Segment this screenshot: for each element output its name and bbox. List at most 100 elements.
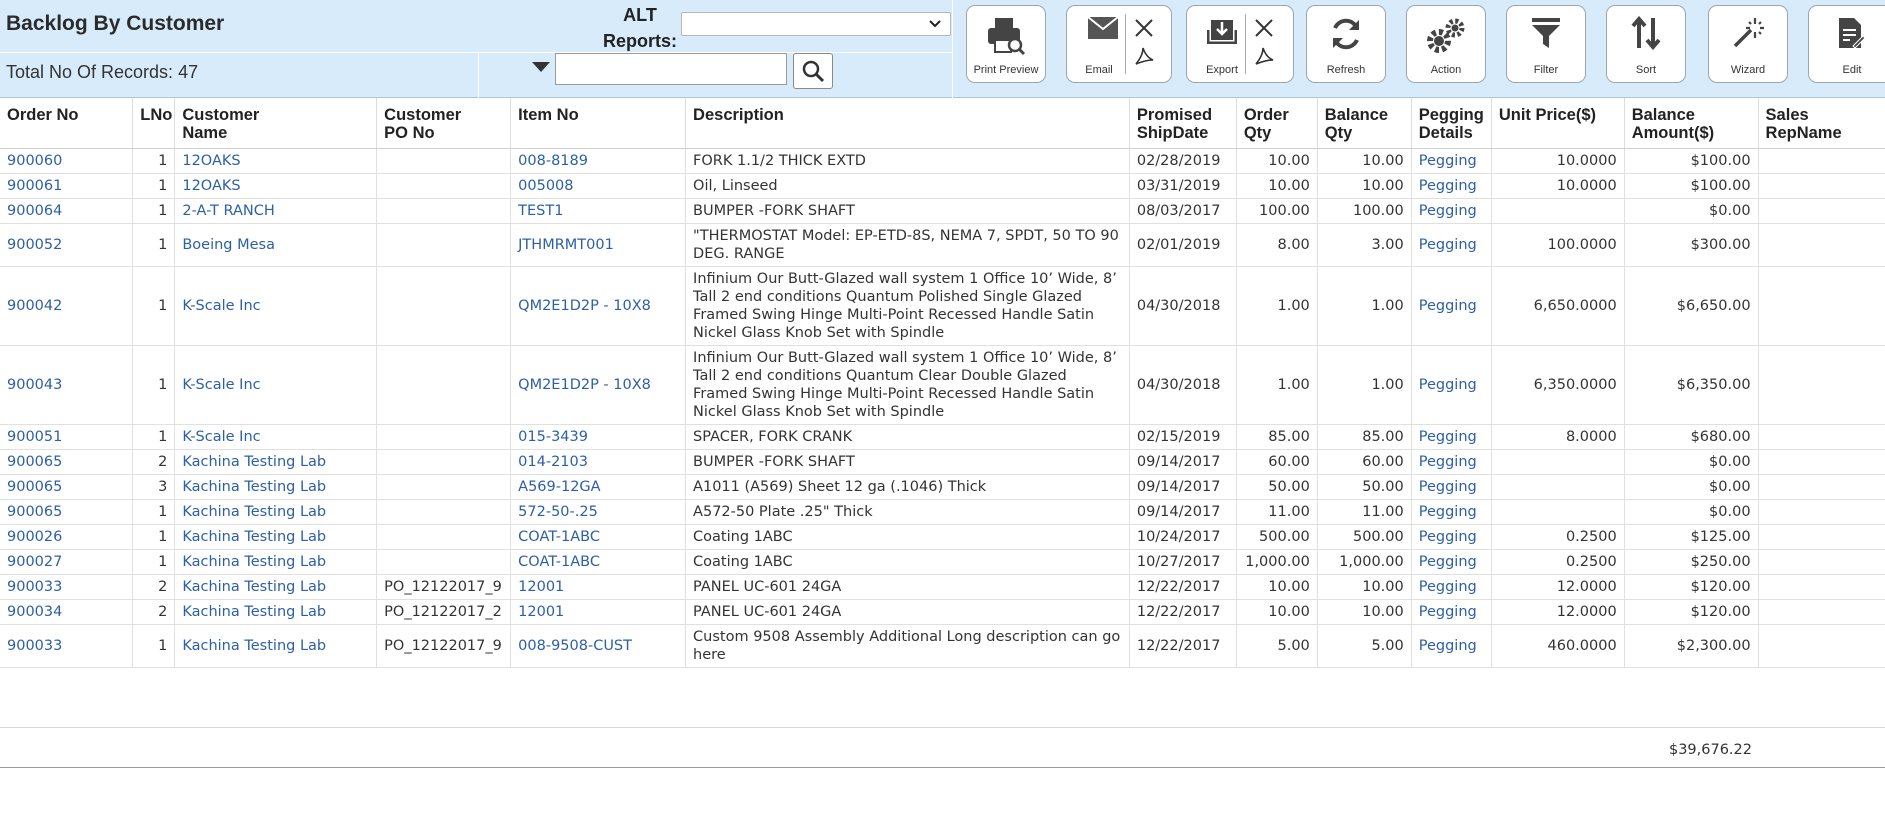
unit-price: 0.2500 [1491,549,1625,575]
item-no-link[interactable]: JTHMRMT001 [510,223,687,267]
pegging-link[interactable]: Pegging [1411,345,1492,425]
order-no-link[interactable]: 900061 [0,173,134,199]
item-no-link[interactable]: QM2E1D2P - 10X8 [510,266,687,346]
order-no-link[interactable]: 900065 [0,499,134,525]
customer-name-link[interactable]: Kachina Testing Lab [174,574,378,600]
action-button[interactable]: Action [1406,5,1486,83]
item-no-link[interactable]: COAT-1ABC [510,524,687,550]
alt-reports-label: ALT Reports: [598,2,682,54]
column-header-unit-price[interactable]: Unit Price($) [1491,98,1625,149]
pegging-link[interactable]: Pegging [1411,148,1492,174]
column-header-balance-qty[interactable]: Balance Qty [1317,98,1412,149]
column-header-item-no[interactable]: Item No [510,98,687,149]
column-header-order-qty[interactable]: Order Qty [1236,98,1318,149]
pegging-link[interactable]: Pegging [1411,223,1492,267]
customer-name-link[interactable]: Kachina Testing Lab [174,449,378,475]
pegging-link[interactable]: Pegging [1411,524,1492,550]
email-button[interactable]: Email [1066,5,1172,83]
order-no-link[interactable]: 900027 [0,549,134,575]
item-no-link[interactable]: A569-12GA [510,474,687,500]
balance-amount: $0.00 [1624,499,1759,525]
record-count: Total No Of Records: 47 [6,62,199,82]
pegging-link[interactable]: Pegging [1411,449,1492,475]
item-no-link[interactable]: 005008 [510,173,687,199]
refresh-button[interactable]: Refresh [1306,5,1386,83]
order-no-link[interactable]: 900065 [0,449,134,475]
column-header-customer-po[interactable]: Customer PO No [376,98,512,149]
item-no-link[interactable]: 008-9508-CUST [510,624,687,668]
wizard-button[interactable]: Wizard [1708,5,1788,83]
description: Coating 1ABC [685,524,1130,550]
pegging-link[interactable]: Pegging [1411,549,1492,575]
order-no-link[interactable]: 900033 [0,624,134,668]
order-no-link[interactable]: 900033 [0,574,134,600]
pegging-link[interactable]: Pegging [1411,474,1492,500]
export-button[interactable]: Export [1186,5,1294,83]
wand-icon [1733,18,1764,48]
customer-name-link[interactable]: K-Scale Inc [174,266,378,346]
pegging-link[interactable]: Pegging [1411,266,1492,346]
column-header-customer-name[interactable]: Customer Name [174,98,378,149]
item-no-link[interactable]: COAT-1ABC [510,549,687,575]
customer-name-link[interactable]: 12OAKS [174,148,378,174]
search-button[interactable] [793,53,833,89]
order-no-link[interactable]: 900042 [0,266,134,346]
pegging-link[interactable]: Pegging [1411,499,1492,525]
order-no-link[interactable]: 900060 [0,148,134,174]
search-input[interactable] [555,53,787,85]
customer-name-link[interactable]: Kachina Testing Lab [174,549,378,575]
balance-amount: $2,300.00 [1624,624,1759,668]
column-header-balance-amount[interactable]: Balance Amount($) [1624,98,1759,149]
order-no-link[interactable]: 900065 [0,474,134,500]
customer-name-link[interactable]: Kachina Testing Lab [174,624,378,668]
sales-repname [1758,424,1885,450]
column-header-sales-repname[interactable]: Sales RepName [1758,98,1885,149]
caret-down-icon[interactable] [532,62,550,74]
pegging-link[interactable]: Pegging [1411,198,1492,224]
item-no-link[interactable]: 014-2103 [510,449,687,475]
description: PANEL UC-601 24GA [685,599,1130,625]
print-preview-button[interactable]: Print Preview [966,5,1046,83]
customer-name-link[interactable]: 2-A-T RANCH [174,198,378,224]
table-row: 900027 1 Kachina Testing Lab COAT-1ABC Coati… [0,549,1885,575]
order-no-link[interactable]: 900064 [0,198,134,224]
order-no-link[interactable]: 900026 [0,524,134,550]
customer-name-link[interactable]: Kachina Testing Lab [174,599,378,625]
customer-name-link[interactable]: K-Scale Inc [174,424,378,450]
pegging-link[interactable]: Pegging [1411,424,1492,450]
pegging-link[interactable]: Pegging [1411,624,1492,668]
customer-name-link[interactable]: Kachina Testing Lab [174,524,378,550]
item-no-link[interactable]: 572-50-.25 [510,499,687,525]
alt-reports-label-line1: ALT [623,5,657,25]
pegging-link[interactable]: Pegging [1411,574,1492,600]
item-no-link[interactable]: 008-8189 [510,148,687,174]
order-no-link[interactable]: 900043 [0,345,134,425]
column-header-promised-shipdate[interactable]: Promised ShipDate [1129,98,1237,149]
item-no-link[interactable]: QM2E1D2P - 10X8 [510,345,687,425]
item-no-link[interactable]: 015-3439 [510,424,687,450]
customer-name-link[interactable]: Kachina Testing Lab [174,474,378,500]
order-no-link[interactable]: 900052 [0,223,134,267]
item-no-link[interactable]: 12001 [510,574,687,600]
item-no-link[interactable]: TEST1 [510,198,687,224]
pegging-link[interactable]: Pegging [1411,599,1492,625]
edit-button[interactable]: Edit [1808,5,1885,83]
filter-button[interactable]: Filter [1506,5,1586,83]
pegging-link[interactable]: Pegging [1411,173,1492,199]
item-no-link[interactable]: 12001 [510,599,687,625]
customer-name-link[interactable]: Boeing Mesa [174,223,378,267]
column-header-pegging-details[interactable]: Pegging Details [1411,98,1492,149]
column-header-description[interactable]: Description [685,98,1130,149]
customer-name-link[interactable]: K-Scale Inc [174,345,378,425]
column-header-order-no[interactable]: Order No [0,98,134,149]
customer-name-link[interactable]: 12OAKS [174,173,378,199]
column-header-lno[interactable]: LNo [132,98,176,149]
promised-shipdate: 02/15/2019 [1129,424,1237,450]
alt-reports-select[interactable] [681,12,951,36]
sort-button[interactable]: Sort [1606,5,1686,83]
sales-repname [1758,345,1885,425]
order-no-link[interactable]: 900051 [0,424,134,450]
balance-amount: $120.00 [1624,574,1759,600]
customer-name-link[interactable]: Kachina Testing Lab [174,499,378,525]
order-no-link[interactable]: 900034 [0,599,134,625]
